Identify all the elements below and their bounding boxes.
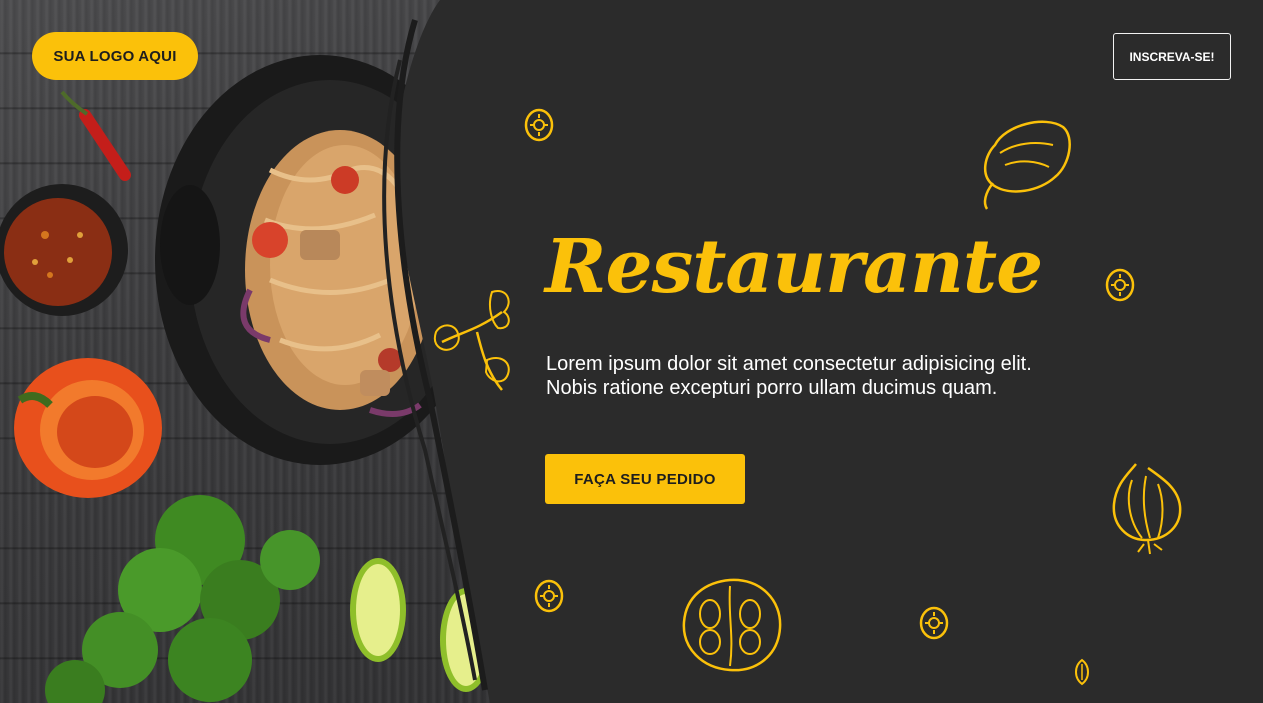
garlic-icon <box>1108 460 1186 556</box>
hero-title: Restaurante <box>545 224 1043 310</box>
pepper-icon <box>975 115 1075 213</box>
seed-icon <box>524 108 554 142</box>
tomato-icon <box>680 576 784 674</box>
lime-image <box>350 558 492 692</box>
lemon-slice-icon <box>1072 658 1092 686</box>
seed-icon <box>534 579 564 613</box>
chili-image <box>60 90 131 181</box>
bell-pepper-image <box>14 358 162 498</box>
parsley-icon <box>432 282 518 394</box>
spice-bowl-image <box>0 184 128 316</box>
logo-button[interactable]: SUA LOGO AQUI <box>32 32 198 80</box>
seed-icon <box>918 606 950 640</box>
wok-image <box>155 55 485 465</box>
signup-button[interactable]: INSCREVA-SE! <box>1113 33 1231 80</box>
order-button[interactable]: FAÇA SEU PEDIDO <box>545 454 745 504</box>
seed-icon <box>1104 268 1136 302</box>
parsley-image <box>45 495 320 703</box>
hero-description: Lorem ipsum dolor sit amet consectetur a… <box>546 353 1032 399</box>
